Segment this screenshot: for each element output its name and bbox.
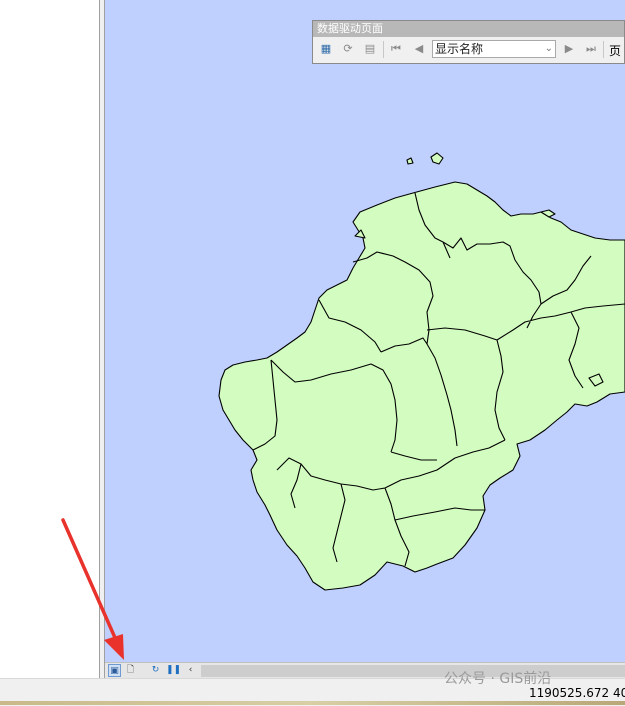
previous-page-icon[interactable]: ◀ <box>411 41 427 57</box>
toolbar-body: ▦ ⟳ ▤ ⏮ ◀ 显示名称 ⌄ ▶ ⏭ 页 <box>313 37 624 63</box>
island-north-2 <box>406 157 414 165</box>
data-view-icon[interactable]: ▣ <box>108 664 121 677</box>
island-north <box>430 152 444 165</box>
data-driven-pages-toolbar: 数据驱动页面 ▦ ⟳ ▤ ⏮ ◀ 显示名称 ⌄ ▶ ⏭ 页 <box>312 20 625 64</box>
toolbar-separator <box>383 41 384 58</box>
scroll-left-icon[interactable]: ‹ <box>184 664 197 677</box>
page-field-dropdown[interactable]: 显示名称 ⌄ <box>432 40 556 58</box>
refresh-icon[interactable]: ⟳ <box>340 41 356 57</box>
table-icon[interactable]: ▤ <box>362 41 378 57</box>
pause-drawing-icon[interactable]: ❚❚ <box>166 664 181 677</box>
setup-icon[interactable]: ▦ <box>318 41 334 57</box>
map-view[interactable] <box>105 0 625 662</box>
last-page-icon[interactable]: ⏭ <box>583 41 599 57</box>
taskbar-edge <box>0 701 625 705</box>
table-of-contents-panel[interactable] <box>0 0 100 678</box>
toolbar-separator <box>603 41 604 58</box>
chevron-down-icon[interactable]: ⌄ <box>545 41 553 57</box>
region-outline <box>218 181 625 591</box>
horizontal-scrollbar[interactable] <box>201 665 625 677</box>
map-canvas <box>218 152 625 591</box>
coordinate-readout: 1190525.672 40 <box>529 686 625 700</box>
first-page-icon[interactable]: ⏮ <box>388 41 404 57</box>
page-field-value: 显示名称 <box>435 42 484 56</box>
toolbar-title[interactable]: 数据驱动页面 <box>313 21 624 37</box>
layout-view-icon[interactable]: 🗋 <box>124 664 137 677</box>
refresh-view-icon[interactable]: ↻ <box>149 664 162 677</box>
page-label: 页 <box>609 44 622 58</box>
watermark: 公众号 · GIS前沿 <box>444 671 552 687</box>
next-page-icon[interactable]: ▶ <box>561 41 577 57</box>
